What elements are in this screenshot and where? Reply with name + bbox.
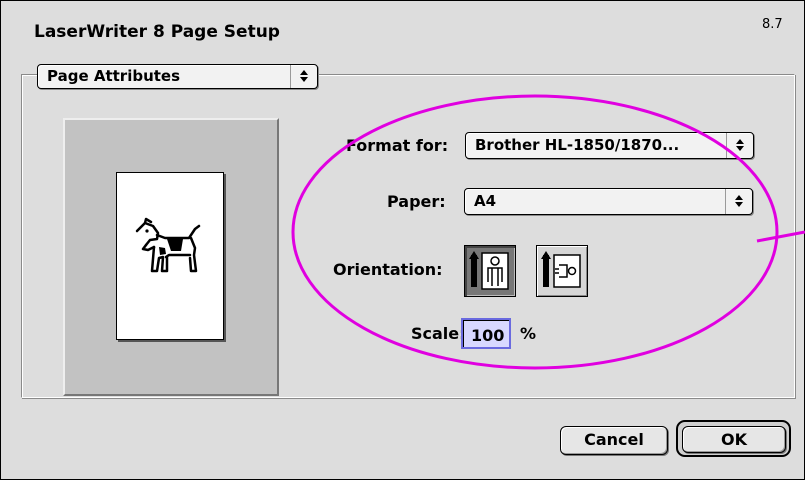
ok-button[interactable]: OK (682, 426, 786, 453)
scale-input[interactable]: 100 (461, 318, 511, 349)
page-setup-window: LaserWriter 8 Page Setup 8.7 Page Attrib… (0, 0, 805, 480)
popup-arrows-icon (726, 133, 753, 158)
dogcow-icon (135, 217, 201, 273)
format-for-value: Brother HL-1850/1870... (475, 136, 680, 154)
format-for-label: Format for: (346, 136, 449, 155)
paper-popup[interactable]: A4 (464, 188, 753, 215)
section-popup-label: Page Attributes (47, 67, 181, 85)
format-for-popup[interactable]: Brother HL-1850/1870... (465, 132, 754, 159)
paper-label: Paper: (387, 192, 446, 211)
section-popup-menu[interactable]: Page Attributes (37, 64, 318, 89)
page-preview (63, 118, 279, 396)
window-title: LaserWriter 8 Page Setup (34, 22, 280, 42)
portrait-orientation-button[interactable] (464, 245, 516, 297)
scale-unit: % (520, 324, 537, 343)
preview-paper (116, 172, 224, 340)
orientation-label: Orientation: (333, 260, 443, 279)
scale-label: Scale: (411, 324, 466, 343)
popup-arrows-icon (290, 65, 317, 88)
landscape-orientation-icon (541, 251, 581, 288)
cancel-button[interactable]: Cancel (560, 426, 668, 455)
paper-value: A4 (474, 192, 497, 210)
landscape-orientation-button[interactable] (536, 245, 588, 297)
version-label: 8.7 (762, 17, 783, 32)
portrait-orientation-icon (469, 251, 509, 290)
popup-arrows-icon (725, 189, 752, 214)
